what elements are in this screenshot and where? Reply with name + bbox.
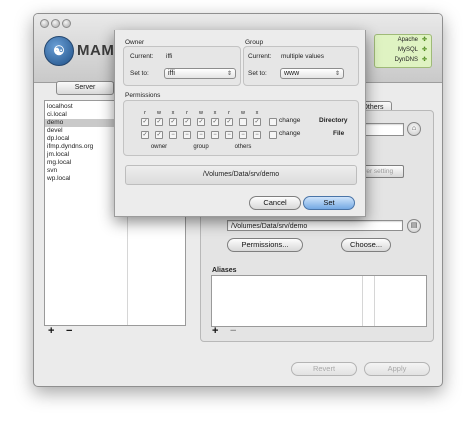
home-icon[interactable]: ⌂ — [407, 122, 421, 136]
owner-select-value: iffi — [168, 70, 175, 77]
directory-label: Directory — [319, 117, 348, 124]
perm-header-x: x — [255, 110, 259, 116]
cancel-button[interactable]: Cancel — [249, 196, 301, 210]
perm-header-r: r — [228, 110, 230, 116]
status-row-mysql: MySQL ✤ — [375, 46, 431, 55]
dir-group-exec-checkbox[interactable]: ✓ — [211, 118, 219, 126]
file-owner-write-checkbox[interactable]: ✓ — [155, 131, 163, 139]
file-others-exec-checkbox[interactable]: − — [253, 131, 261, 139]
add-host-button[interactable]: + — [48, 325, 54, 337]
column-divider — [362, 276, 363, 326]
group-select[interactable]: www ⇕ — [280, 68, 344, 79]
perm-header-r: r — [186, 110, 188, 116]
owner-set-label: Set to: — [130, 70, 149, 77]
dir-group-write-checkbox[interactable]: ✓ — [197, 118, 205, 126]
perm-header-w: w — [157, 110, 161, 116]
group-set-label: Set to: — [248, 70, 267, 77]
file-others-write-checkbox[interactable]: − — [239, 131, 247, 139]
file-owner-read-checkbox[interactable]: ✓ — [141, 131, 149, 139]
group-group: Current: multiple values Set to: www ⇕ — [243, 46, 359, 86]
updown-arrow-icon: ⇕ — [334, 71, 340, 77]
permissions-group: r w x r w x r w x ✓ ✓ ✓ ✓ ✓ ✓ ✓ ✓ ✓ ✓ − … — [123, 100, 359, 156]
remove-host-button[interactable]: − — [66, 325, 72, 337]
file-group-read-checkbox[interactable]: − — [183, 131, 191, 139]
dir-others-exec-checkbox[interactable]: ✓ — [253, 118, 261, 126]
permissions-button[interactable]: Permissions... — [227, 238, 303, 252]
folder-icon[interactable]: ▤ — [407, 219, 421, 233]
group-current-label: Current: — [248, 53, 272, 60]
add-alias-button[interactable]: + — [212, 325, 218, 337]
file-label: File — [333, 130, 345, 137]
revert-button[interactable]: Revert — [291, 362, 357, 376]
perm-header-r: r — [144, 110, 146, 116]
change-file-label: change — [279, 130, 301, 137]
owner-select[interactable]: iffi ⇕ — [164, 68, 236, 79]
perm-class-owner: owner — [150, 144, 168, 150]
server-name-field[interactable] — [364, 123, 404, 136]
server-status-panel: Apache ✤ MySQL ✤ DynDNS ✤ — [374, 34, 432, 68]
status-running-icon: ✤ — [421, 57, 427, 63]
dir-group-read-checkbox[interactable]: ✓ — [183, 118, 191, 126]
permissions-sheet: Owner Current: iffi Set to: iffi ⇕ Group… — [114, 30, 366, 217]
change-file-checkbox[interactable] — [269, 131, 277, 139]
status-label: Apache — [397, 37, 418, 43]
aliases-label: Aliases — [212, 267, 237, 274]
status-label: DynDNS — [394, 57, 418, 63]
status-row-dyndns: DynDNS ✤ — [375, 56, 431, 65]
perm-class-group: group — [193, 144, 209, 150]
set-button[interactable]: Set — [303, 196, 355, 210]
dir-owner-read-checkbox[interactable]: ✓ — [141, 118, 149, 126]
owner-group: Current: iffi Set to: iffi ⇕ — [123, 46, 241, 86]
close-window-button[interactable] — [40, 19, 49, 28]
file-owner-exec-checkbox[interactable]: − — [169, 131, 177, 139]
status-row-apache: Apache ✤ — [375, 36, 431, 45]
perm-header-w: w — [199, 110, 203, 116]
status-running-icon: ✤ — [421, 37, 427, 43]
remove-alias-button[interactable]: − — [230, 325, 236, 337]
dir-owner-exec-checkbox[interactable]: ✓ — [169, 118, 177, 126]
column-divider — [374, 276, 375, 326]
status-label: MySQL — [397, 47, 418, 53]
selected-path: /Volumes/Data/srv/demo — [125, 165, 357, 185]
aliases-list[interactable] — [211, 275, 427, 327]
perm-header-w: w — [241, 110, 245, 116]
choose-button[interactable]: Choose... — [341, 238, 391, 252]
updown-arrow-icon: ⇕ — [226, 71, 232, 77]
status-running-icon: ✤ — [421, 47, 427, 53]
group-title: Group — [245, 39, 264, 46]
perm-header-x: x — [213, 110, 217, 116]
owner-current-value: iffi — [166, 53, 173, 60]
apply-button[interactable]: Apply — [364, 362, 430, 376]
change-directory-checkbox[interactable] — [269, 118, 277, 126]
document-root-field[interactable]: /Volumes/Data/srv/demo — [227, 220, 403, 231]
mamp-logo-icon: ☯ — [44, 36, 74, 66]
change-directory-label: change — [279, 117, 301, 124]
file-group-exec-checkbox[interactable]: − — [211, 131, 219, 139]
group-select-value: www — [284, 70, 300, 77]
file-others-read-checkbox[interactable]: − — [225, 131, 233, 139]
permissions-title: Permissions — [125, 92, 161, 99]
perm-class-others: others — [234, 144, 252, 150]
tab-server[interactable]: Server — [56, 81, 114, 95]
dir-others-write-checkbox[interactable] — [239, 118, 247, 126]
owner-title: Owner — [125, 39, 145, 46]
file-group-write-checkbox[interactable]: − — [197, 131, 205, 139]
owner-current-label: Current: — [130, 53, 154, 60]
zoom-window-button[interactable] — [62, 19, 71, 28]
dir-owner-write-checkbox[interactable]: ✓ — [155, 118, 163, 126]
group-current-value: multiple values — [281, 53, 324, 60]
perm-header-x: x — [171, 110, 175, 116]
minimize-window-button[interactable] — [51, 19, 60, 28]
dir-others-read-checkbox[interactable]: ✓ — [225, 118, 233, 126]
